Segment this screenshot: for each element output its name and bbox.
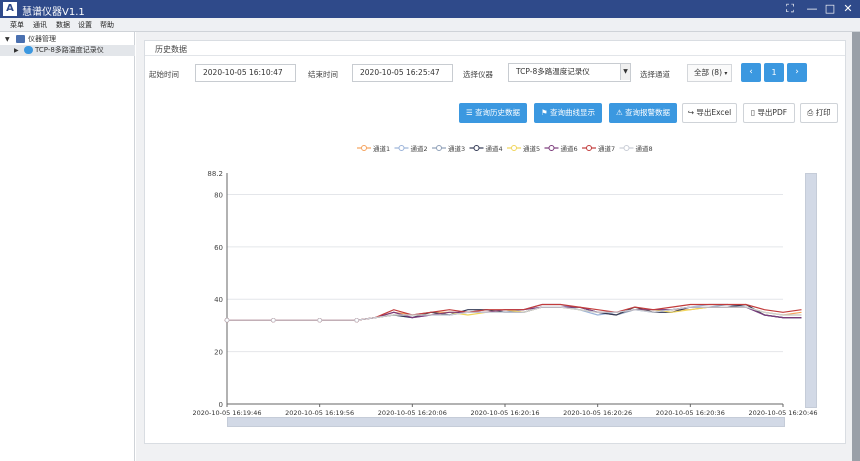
legend-label: 通道2 xyxy=(411,144,428,153)
y-tick-label: 60 xyxy=(214,244,223,252)
y-tick-label: 80 xyxy=(214,191,223,199)
x-tick-label: 2020-10-05 16:19:46 xyxy=(192,409,261,417)
legend-label: 通道5 xyxy=(523,144,540,153)
legend-label: 通道3 xyxy=(448,144,465,153)
series-line-5 xyxy=(227,306,802,321)
menu-item-settings[interactable]: 设置 xyxy=(78,20,92,30)
tree-item-label: TCP-8多路温度记录仪 xyxy=(35,46,104,54)
x-tick-label: 2020-10-05 16:19:56 xyxy=(285,409,354,417)
window-edge xyxy=(852,32,860,461)
y-tick-label: 20 xyxy=(214,349,223,357)
legend-label: 通道7 xyxy=(598,144,615,153)
x-tick-label: 2020-10-05 16:20:26 xyxy=(563,409,632,417)
tree-item-device[interactable]: ▶ TCP-8多路温度记录仪 xyxy=(0,45,135,56)
legend-marker xyxy=(548,145,555,151)
legend-marker xyxy=(623,145,630,151)
vertical-zoom-slider[interactable] xyxy=(805,173,817,408)
y-max-label: 88.2 xyxy=(207,170,223,178)
device-group-icon xyxy=(16,35,25,43)
x-tick-label: 2020-10-05 16:20:16 xyxy=(470,409,539,417)
device-icon xyxy=(24,46,33,54)
menu-item-comm[interactable]: 通讯 xyxy=(33,20,47,30)
data-point xyxy=(271,317,276,323)
menu-bar: 菜单 通讯 数据 设置 帮助 xyxy=(0,18,860,32)
history-panel: 历史数据 起始时间 2020-10-05 16:10:47 结束时间 2020-… xyxy=(144,40,846,444)
y-tick-label: 0 xyxy=(219,401,223,409)
collapse-arrow-icon[interactable]: ▶ xyxy=(14,45,19,56)
expand-arrow-icon[interactable]: ▼ xyxy=(5,34,10,45)
data-point xyxy=(354,317,359,323)
close-icon[interactable]: ✕ xyxy=(841,2,855,16)
data-point xyxy=(317,317,322,323)
legend-marker xyxy=(361,145,367,151)
legend-label: 通道8 xyxy=(636,144,653,153)
legend-label: 通道6 xyxy=(561,144,578,153)
legend-marker xyxy=(398,145,405,151)
tree-root[interactable]: ▼ 仪器管理 xyxy=(0,34,135,45)
legend-marker xyxy=(511,145,517,151)
device-tree: ▼ 仪器管理 ▶ TCP-8多路温度记录仪 xyxy=(0,32,135,461)
maximize-icon[interactable]: □ xyxy=(823,2,837,16)
app-logo: A xyxy=(3,2,17,16)
legend-label: 通道4 xyxy=(486,144,503,153)
data-point xyxy=(224,317,230,323)
temperature-chart: 0 20 40 60 80 88.2 2020-10-05 16:19:46 2020-10-… xyxy=(192,144,817,417)
series-line-1 xyxy=(227,306,802,321)
window-title: 慧谱仪器V1.1 xyxy=(22,7,85,18)
x-tick-label: 2020-10-05 16:20:06 xyxy=(378,409,447,417)
series-line-8 xyxy=(227,306,802,321)
y-tick-label: 40 xyxy=(214,296,223,304)
minimize-icon[interactable]: — xyxy=(805,2,819,16)
tree-root-label: 仪器管理 xyxy=(28,35,56,43)
legend-marker xyxy=(473,145,480,151)
x-tick-label: 2020-10-05 16:20:36 xyxy=(656,409,725,417)
legend-label: 通道1 xyxy=(373,144,390,153)
legend-marker xyxy=(586,145,592,151)
horizontal-zoom-slider[interactable] xyxy=(227,417,785,427)
menu-item-main[interactable]: 菜单 xyxy=(10,20,24,30)
menu-item-data[interactable]: 数据 xyxy=(56,20,70,30)
main-area: 历史数据 起始时间 2020-10-05 16:10:47 结束时间 2020-… xyxy=(136,32,852,461)
fullscreen-icon[interactable]: ⛶ xyxy=(783,2,797,16)
x-tick-label: 2020-10-05 16:20:46 xyxy=(748,409,817,417)
title-bar: A 慧谱仪器V1.1 ⛶ — □ ✕ xyxy=(0,0,860,18)
legend-marker xyxy=(436,145,442,151)
menu-item-help[interactable]: 帮助 xyxy=(100,20,114,30)
series-line-6 xyxy=(227,306,802,321)
